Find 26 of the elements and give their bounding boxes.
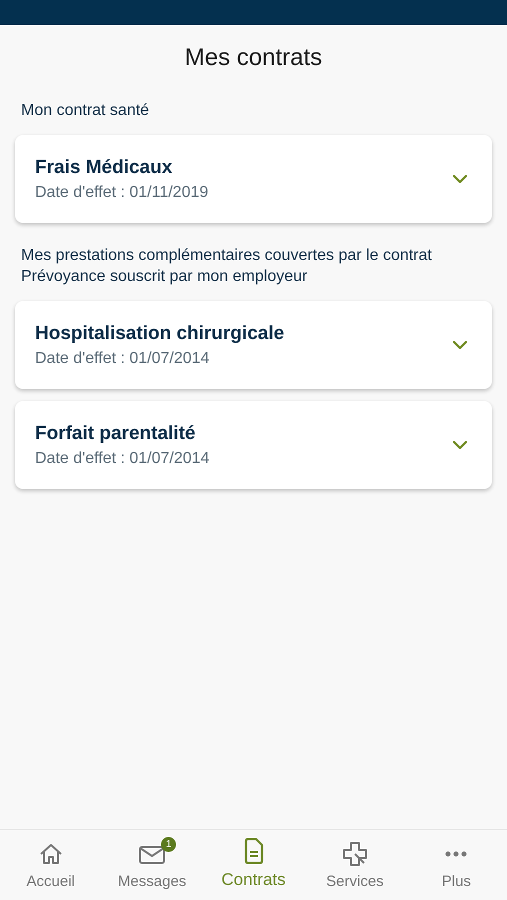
cross-icon: [342, 841, 368, 867]
home-icon: [38, 842, 64, 866]
chevron-icon[interactable]: [452, 340, 468, 350]
page-title: Mes contrats: [184, 44, 324, 72]
more-icon: [444, 850, 468, 858]
tab[interactable]: 1 Messages: [101, 830, 203, 900]
effective-date: Date d'effet : 01/07/2014: [35, 450, 210, 468]
contract-card[interactable]: Hospitalisation chirurgicale Date d'effet : 01/07/2014: [15, 301, 492, 389]
unread-badge: 1: [161, 837, 176, 852]
section-heading: Mon contrat santé: [21, 101, 150, 121]
chevron-icon[interactable]: [452, 174, 468, 184]
effective-date: Date d'effet : 01/07/2014: [35, 350, 210, 368]
tab[interactable]: Accueil: [0, 830, 102, 900]
section-heading: Mes prestations complémentaires couvertes par le contrat Prévoyance souscrit par mon employeur: [21, 246, 433, 287]
tab[interactable]: Services: [304, 830, 406, 900]
tab[interactable]: Plus: [406, 830, 507, 900]
contract-card[interactable]: Frais Médicaux Date d'effet : 01/11/2019: [15, 135, 492, 223]
chevron-icon[interactable]: [452, 440, 468, 450]
contract-name: Frais Médicaux: [35, 156, 174, 178]
effective-date: Date d'effet : 01/11/2019: [35, 184, 210, 202]
contract-name: Hospitalisation chirurgicale: [35, 322, 286, 344]
envelope-icon: [138, 843, 166, 865]
tab[interactable]: Contrats: [202, 830, 304, 900]
document-icon: [242, 838, 265, 864]
contract-card[interactable]: Forfait parentalité Date d'effet : 01/07/2014: [15, 401, 492, 489]
contract-name: Forfait parentalité: [35, 422, 196, 444]
